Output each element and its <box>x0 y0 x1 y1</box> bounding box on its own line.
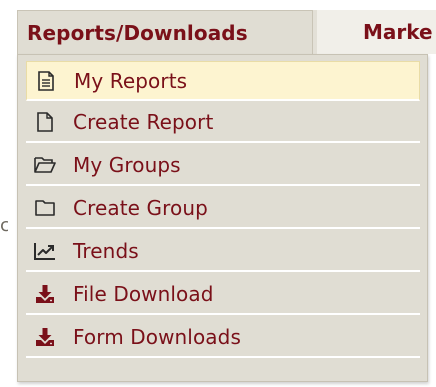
menu-item-label: My Reports <box>74 68 188 93</box>
menu-item-trends[interactable]: Trends <box>26 232 420 272</box>
partial-background-text: c <box>0 215 8 236</box>
menu-item-label: Form Downloads <box>73 325 241 349</box>
document-lines-icon <box>35 70 57 92</box>
menu-item-create-group[interactable]: Create Group <box>26 189 420 229</box>
menu-item-form-downloads[interactable]: Form Downloads <box>26 318 420 358</box>
tab-marketing[interactable]: Marke <box>313 10 436 54</box>
menu-item-my-reports[interactable]: My Reports <box>26 61 420 101</box>
download-icon <box>34 283 56 305</box>
reports-downloads-dropdown-menu: My Reports Create Report My Groups Creat… <box>17 54 428 382</box>
menu-item-label: My Groups <box>73 153 181 177</box>
page: Reports/Downloads Marke c My Reports Cre… <box>0 0 436 387</box>
menu-item-label: Create Report <box>73 110 214 134</box>
menu-item-file-download[interactable]: File Download <box>26 275 420 315</box>
open-folder-icon <box>34 154 56 176</box>
tab-marketing-label: Marke <box>363 20 433 44</box>
menu-item-my-groups[interactable]: My Groups <box>26 146 420 186</box>
tab-reports-downloads-label: Reports/Downloads <box>27 20 248 45</box>
menu-item-label: Trends <box>73 239 139 263</box>
menu-item-label: File Download <box>73 282 214 306</box>
trend-chart-icon <box>34 240 56 262</box>
tab-reports-downloads[interactable]: Reports/Downloads <box>17 10 313 54</box>
folder-icon <box>34 197 56 219</box>
menu-item-create-report[interactable]: Create Report <box>26 103 420 143</box>
menu-item-label: Create Group <box>73 196 208 220</box>
blank-document-icon <box>34 111 56 133</box>
download-icon <box>34 326 56 348</box>
tab-divider <box>313 10 317 54</box>
